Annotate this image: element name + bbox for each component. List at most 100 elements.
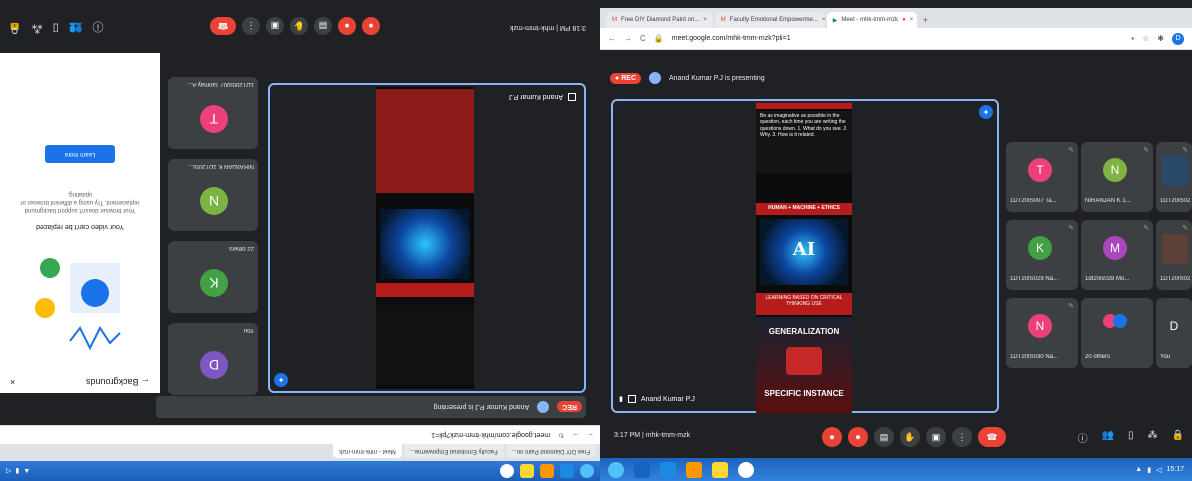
more-options-icon[interactable]: ⋮ (242, 17, 260, 35)
close-tab-icon[interactable]: × (703, 17, 707, 23)
info-icon[interactable]: ⓘ (92, 19, 103, 35)
tab-meet[interactable]: ▶ Meet - mhk-tmm-mzk ● × (826, 12, 917, 28)
time: 3:18 PM (559, 24, 586, 31)
chrome-icon[interactable] (500, 464, 514, 478)
control-buttons: ⏺ ⏺ ▤ ✋ ▣ ⋮ ☎ (822, 427, 1006, 447)
mic-off-icon[interactable]: ⏺ (822, 427, 842, 447)
meeting-info: 3:17 PM | mhk-tmm-mzk (614, 432, 691, 439)
close-tab-icon[interactable]: × (910, 17, 914, 23)
people-icon[interactable]: 👥 (1102, 430, 1114, 445)
captions-icon[interactable]: ▤ (874, 427, 894, 447)
toolbar-icons: ▪ ☆ ✱ D (1131, 32, 1184, 45)
back-icon[interactable]: ← (587, 432, 594, 439)
start-icon[interactable] (608, 461, 624, 478)
chat-icon[interactable]: ▯ (1128, 430, 1134, 445)
tab-diamond-paint[interactable]: M Free DIY Diamond Paint on... × (606, 12, 713, 28)
tile-name: You (1160, 354, 1171, 360)
left-rotated-capture: ▲ ▮ ◁ Free DIY Diamond Paint on... Faculty… (0, 0, 600, 481)
participant-tile[interactable]: ✎ N 1DT20IS030 Na... (1006, 298, 1078, 368)
tab-label: Free DIY Diamond Paint on... (511, 448, 590, 454)
firefox-icon[interactable] (540, 464, 554, 478)
extensions-icon[interactable]: ✱ (1157, 34, 1164, 43)
tray-arrow-icon[interactable]: ▲ (1135, 466, 1142, 473)
folder-icon[interactable] (520, 464, 534, 478)
media-icon[interactable] (686, 461, 702, 478)
back-button[interactable]: ← Backgrounds (86, 377, 150, 387)
learn-more-button[interactable]: Learn more (45, 145, 115, 163)
mic-off-icon: ✎ (1068, 225, 1074, 232)
camera-in-use-icon[interactable]: ▪ (1131, 34, 1134, 43)
activities-icon[interactable]: ⁂ (32, 19, 43, 35)
side-controls: ⓘ 👥 ▯ ⁂ 🔒 (8, 19, 103, 35)
mic-off-icon[interactable]: ● (362, 17, 380, 35)
pin-icon[interactable]: ✦ (274, 373, 288, 387)
slide-text-block: Be as imaginative as possible in the que… (756, 111, 852, 173)
close-button[interactable]: × (10, 377, 15, 387)
chrome-icon[interactable] (738, 461, 754, 478)
ie-icon[interactable] (560, 464, 574, 478)
captions-icon[interactable]: ▤ (314, 17, 332, 35)
specific-instance-label: SPECIFIC INSTANCE (764, 389, 844, 398)
reload-icon[interactable]: C (640, 34, 646, 43)
participant-tile[interactable]: ✎ N NIRANJAN K 1... (1081, 142, 1153, 212)
present-icon[interactable]: ▣ (926, 427, 946, 447)
reload-icon[interactable]: ↻ (558, 431, 564, 439)
tab-3[interactable]: Meet - mhk-tmm-mzk (333, 444, 402, 458)
tile-name: 1DT20IS007 Tanmay A... (187, 81, 254, 87)
forward-icon[interactable]: → (624, 34, 632, 43)
folder-icon[interactable] (712, 461, 728, 478)
others-tile[interactable]: 20 others (1081, 298, 1153, 368)
ie-icon[interactable] (660, 461, 676, 478)
meeting-code: mhk-tmm-mzk (645, 432, 691, 439)
tab-label: Faculty Emotional Empowerme... (409, 448, 498, 454)
tile-niranjan[interactable]: N NIRANJAN K 1DT20IS... (168, 159, 258, 231)
close-tab-icon[interactable]: × (822, 17, 825, 23)
lock-icon[interactable]: 🔒 (1172, 430, 1184, 445)
participant-tile[interactable]: ✎ 1DT20IS024 K... (1156, 220, 1192, 290)
tab-faculty[interactable]: M Faculty Emotional Empowerme... × (714, 12, 825, 28)
end-call-icon[interactable]: ☎ (978, 427, 1006, 447)
forward-icon[interactable]: → (572, 432, 579, 439)
tile-others[interactable]: K 22 others (168, 241, 258, 313)
system-tray: ▲ ▮ ◁ (6, 467, 31, 475)
network-icon[interactable]: ▮ (1147, 466, 1151, 474)
profile-avatar[interactable]: D (1172, 32, 1184, 45)
tile-you[interactable]: D You (168, 323, 258, 395)
backgrounds-panel: ← Backgrounds × Your video can't be repl… (0, 53, 160, 393)
participant-tile-you[interactable]: D You (1156, 298, 1192, 368)
tile-tanmay[interactable]: T 1DT20IS007 Tanmay A... (168, 77, 258, 149)
star-icon[interactable]: ☆ (1142, 34, 1149, 43)
media-player-icon[interactable] (634, 461, 650, 478)
tab-2[interactable]: Faculty Emotional Empowerme... (403, 444, 504, 458)
tile-name: 1DT20IS029 Na... (1010, 276, 1059, 282)
participant-tile[interactable]: ✎ T 1DT20IS007 Ta... (1006, 142, 1078, 212)
slide-red-band (376, 283, 474, 297)
more-options-icon[interactable]: ⋮ (952, 427, 972, 447)
tab-1[interactable]: Free DIY Diamond Paint on... (505, 444, 596, 458)
info-icon[interactable]: ⓘ (1078, 430, 1088, 445)
presenting-bar: REC Anand Kumar P.J is presenting (156, 396, 586, 418)
end-call-icon[interactable]: ☎ (210, 17, 236, 35)
activities-icon[interactable]: ⁂ (1148, 430, 1158, 445)
camera-off-icon[interactable]: ● (338, 17, 356, 35)
raise-hand-icon[interactable]: ✋ (290, 17, 308, 35)
participant-tile[interactable]: ✎ M 1dt20is028 Mo... (1081, 220, 1153, 290)
raise-hand-icon[interactable]: ✋ (900, 427, 920, 447)
lock-icon[interactable]: 🔒 (8, 19, 22, 35)
pin-icon[interactable]: ✦ (979, 105, 993, 119)
start-icon[interactable] (580, 464, 594, 478)
browser-tabs-left: Free DIY Diamond Paint on... Faculty Emo… (0, 444, 600, 461)
new-tab-button[interactable]: + (919, 12, 932, 28)
clock[interactable]: 15:17 (1166, 466, 1184, 473)
participant-tile[interactable]: ✎ 1DT20IS024 M... (1156, 142, 1192, 212)
camera-off-icon[interactable]: ⏺ (848, 427, 868, 447)
volume-icon[interactable]: ◁ (1156, 466, 1161, 474)
participant-tile[interactable]: ✎ K 1DT20IS029 Na... (1006, 220, 1078, 290)
chat-icon[interactable]: ▯ (53, 19, 59, 35)
url-field[interactable]: meet.google.com/mhk-tmm-mzk?pli=1 (672, 35, 791, 42)
people-icon[interactable]: 👥 (69, 19, 83, 35)
back-icon[interactable]: ← (608, 34, 616, 43)
present-icon[interactable]: ▣ (266, 17, 284, 35)
slide-diagram (786, 347, 822, 375)
url-field[interactable]: meet.google.com/mhk-tmm-mzk?pli=1 (431, 432, 550, 439)
